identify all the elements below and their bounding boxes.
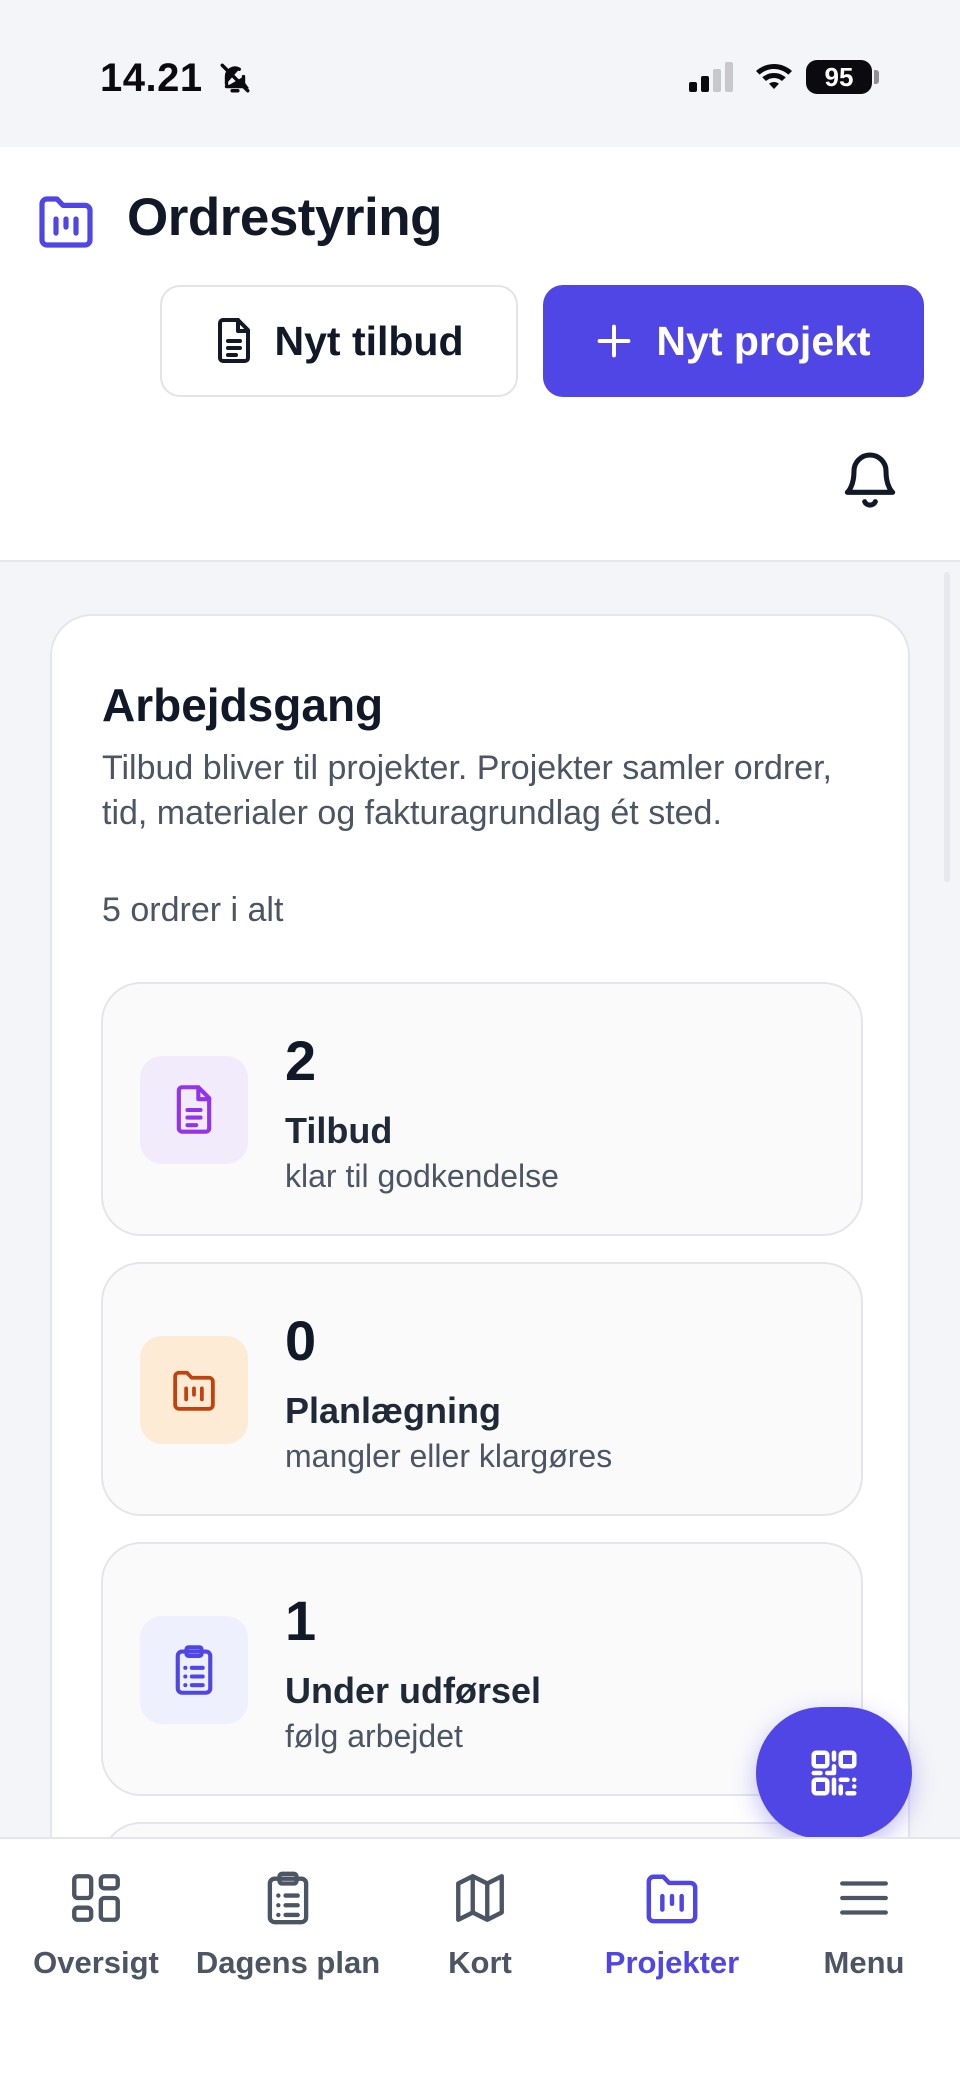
app-header: Ordrestyring Nyt tilbud Nyt projekt xyxy=(0,147,960,562)
stage-icon-box xyxy=(140,1056,248,1164)
nav-label: Projekter xyxy=(604,1945,740,1980)
stage-in-progress[interactable]: 1 Under udførsel følg arbejdet xyxy=(101,1542,863,1796)
folder-kanban-icon xyxy=(646,1874,698,1924)
nav-label: Dagens plan xyxy=(195,1945,381,1980)
document-icon xyxy=(176,1085,212,1134)
notifications-bell-icon[interactable] xyxy=(838,447,902,511)
nav-label: Oversigt xyxy=(33,1945,159,1980)
new-project-label: Nyt projekt xyxy=(656,317,871,364)
battery-tip xyxy=(874,70,879,84)
workflow-title: Arbejdsgang xyxy=(102,679,384,731)
wifi-icon xyxy=(756,64,792,89)
nav-label: Kort xyxy=(448,1945,512,1980)
stage-icon-box xyxy=(140,1336,248,1444)
nav-daily-plan[interactable]: Dagens plan xyxy=(192,1869,384,1981)
silent-bell-icon xyxy=(220,63,250,93)
nav-menu[interactable]: Menu xyxy=(768,1869,960,1981)
plus-icon xyxy=(598,324,631,358)
battery-indicator: 95 xyxy=(806,60,872,94)
new-quote-button[interactable]: Nyt tilbud xyxy=(160,285,518,397)
stage-count: 1 xyxy=(285,1589,317,1652)
stage-subtitle: følg arbejdet xyxy=(285,1718,463,1754)
menu-icon xyxy=(840,1881,888,1915)
qr-scan-button[interactable] xyxy=(756,1707,912,1839)
stage-quotes[interactable]: 2 Tilbud klar til godkendelse xyxy=(101,982,863,1236)
folder-kanban-icon xyxy=(39,196,93,248)
dashboard-icon xyxy=(72,1874,120,1922)
folder-kanban-icon xyxy=(173,1370,215,1411)
scrollbar[interactable] xyxy=(944,572,950,882)
stage-label: Under udførsel xyxy=(285,1670,542,1711)
qr-code-icon xyxy=(811,1750,857,1796)
order-count: 5 ordrer i alt xyxy=(102,891,284,929)
new-quote-label: Nyt tilbud xyxy=(274,317,464,364)
status-bar: 14.21 95 xyxy=(0,0,960,147)
nav-overview[interactable]: Oversigt xyxy=(0,1869,192,1981)
signal-icon xyxy=(689,62,733,92)
status-time: 14.21 xyxy=(100,56,203,100)
workflow-description: Tilbud bliver til projekter. Projekter s… xyxy=(102,749,833,832)
stage-label: Tilbud xyxy=(285,1110,393,1151)
page-title: Ordrestyring xyxy=(127,188,443,247)
clipboard-list-icon xyxy=(175,1645,213,1695)
nav-projects[interactable]: Projekter xyxy=(576,1869,768,1981)
nav-map[interactable]: Kort xyxy=(384,1869,576,1981)
battery-level: 95 xyxy=(824,61,854,92)
stage-icon-box xyxy=(140,1616,248,1724)
stage-label: Planlægning xyxy=(285,1390,501,1431)
stage-subtitle: klar til godkendelse xyxy=(285,1158,559,1194)
stage-count: 2 xyxy=(285,1029,317,1092)
bottom-nav: Oversigt Dagens plan Kort Projekter Menu xyxy=(0,1837,960,2079)
stage-subtitle: mangler eller klargøres xyxy=(285,1438,613,1474)
stage-planning[interactable]: 0 Planlægning mangler eller klargøres xyxy=(101,1262,863,1516)
document-icon xyxy=(218,318,251,363)
map-icon xyxy=(456,1874,504,1922)
stage-count: 0 xyxy=(285,1309,317,1372)
clipboard-icon xyxy=(267,1871,309,1925)
new-project-button[interactable]: Nyt projekt xyxy=(543,285,924,397)
nav-label: Menu xyxy=(823,1945,905,1980)
